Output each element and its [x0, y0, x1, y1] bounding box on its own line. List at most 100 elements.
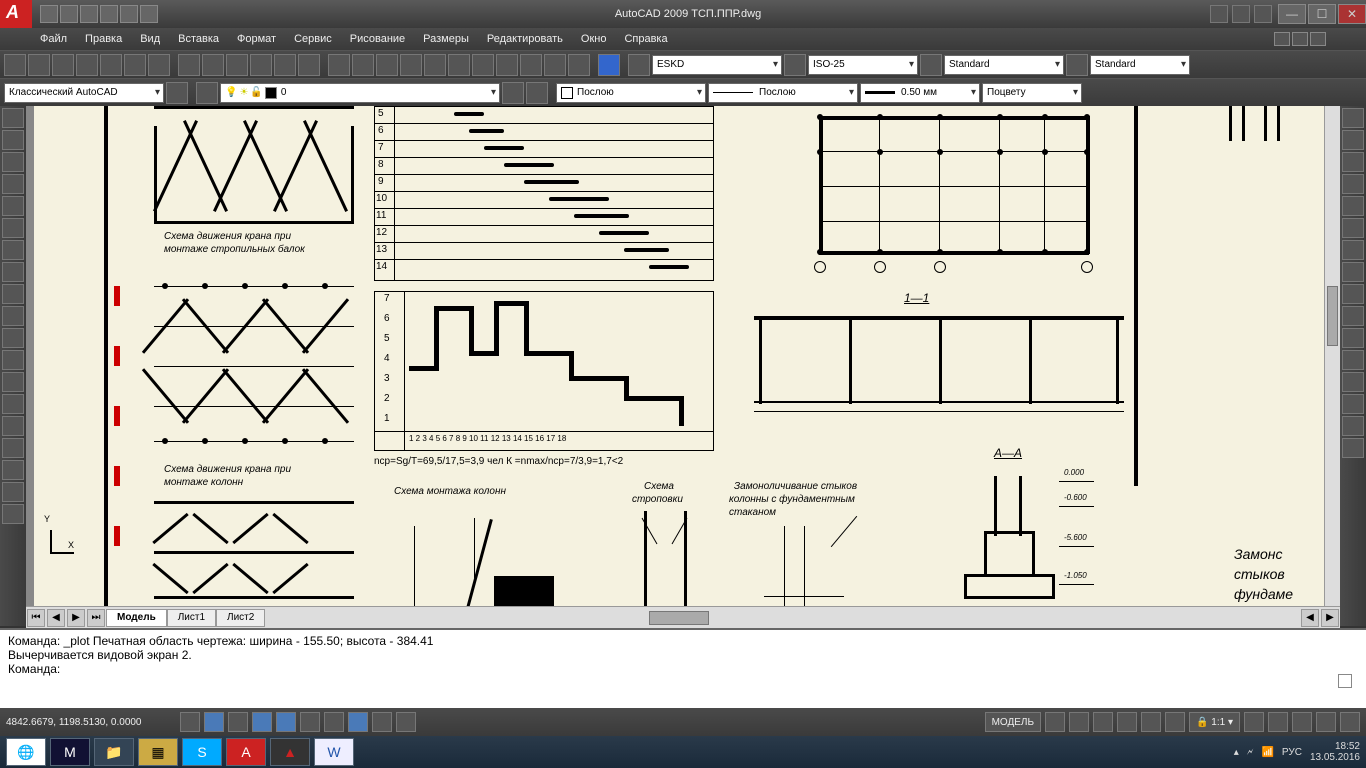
help-star-icon[interactable] — [1254, 5, 1272, 23]
layer-prev-icon[interactable] — [502, 82, 524, 104]
zoom-win-icon[interactable] — [376, 54, 398, 76]
block-make-icon[interactable] — [2, 372, 24, 392]
infocenter-icon[interactable] — [1232, 5, 1250, 23]
break-icon[interactable] — [1342, 350, 1364, 370]
model-paper-toggle[interactable]: МОДЕЛЬ — [985, 712, 1041, 732]
tab-layout-2[interactable]: Лист2 — [216, 609, 265, 627]
scale-icon[interactable] — [1342, 262, 1364, 282]
text-style-dropdown[interactable]: Standard — [944, 55, 1064, 75]
tab-layout-1[interactable]: Лист1 — [167, 609, 216, 627]
horizontal-scrollbar[interactable] — [269, 611, 1296, 625]
tab-last-button[interactable]: ⏭ — [87, 609, 105, 627]
menu-dims[interactable]: Размеры — [423, 33, 469, 45]
menu-window[interactable]: Окно — [581, 33, 607, 45]
copy2-icon[interactable] — [1342, 130, 1364, 150]
status-zoom-icon[interactable] — [1117, 712, 1137, 732]
cut-icon[interactable] — [148, 54, 170, 76]
mtext-icon[interactable] — [2, 504, 24, 524]
taskbar-word-icon[interactable]: W — [314, 738, 354, 766]
lwt-toggle-icon[interactable] — [372, 712, 392, 732]
arc-icon[interactable] — [2, 218, 24, 238]
tray-lang[interactable]: РУС — [1282, 747, 1302, 758]
props-icon[interactable] — [448, 54, 470, 76]
ducs-toggle-icon[interactable] — [324, 712, 344, 732]
osnap-toggle-icon[interactable] — [276, 712, 296, 732]
taskbar-autocad-icon[interactable]: A — [226, 738, 266, 766]
extend-icon[interactable] — [1342, 328, 1364, 348]
close-button[interactable]: ✕ — [1338, 4, 1366, 24]
workspace-dropdown[interactable]: Классический AutoCAD — [4, 83, 164, 103]
insert-icon[interactable] — [2, 350, 24, 370]
menu-view[interactable]: Вид — [140, 33, 160, 45]
hatch-icon[interactable] — [2, 416, 24, 436]
sheet-icon[interactable] — [520, 54, 542, 76]
qat-new-icon[interactable] — [40, 5, 58, 23]
stretch-icon[interactable] — [1342, 284, 1364, 304]
snap-toggle-icon[interactable] — [180, 712, 200, 732]
plotstyle-dropdown[interactable]: Поцвету — [982, 83, 1082, 103]
zoom-ext-icon[interactable] — [424, 54, 446, 76]
gradient-icon[interactable] — [2, 438, 24, 458]
hscroll-thumb[interactable] — [649, 611, 709, 625]
revcloud-icon[interactable] — [2, 262, 24, 282]
tray-overflow-icon[interactable]: ▴ — [1234, 747, 1239, 758]
tray-power-icon[interactable]: 🗲 — [1247, 747, 1254, 758]
search-icon[interactable] — [1210, 5, 1228, 23]
status-pan-icon[interactable] — [1093, 712, 1113, 732]
line-icon[interactable] — [2, 108, 24, 128]
taskbar-tc-icon[interactable]: ▦ — [138, 738, 178, 766]
polygon-icon[interactable] — [2, 174, 24, 194]
clean-screen-icon[interactable] — [1340, 712, 1360, 732]
chamfer-icon[interactable] — [1342, 394, 1364, 414]
array-icon[interactable] — [1342, 196, 1364, 216]
rect-icon[interactable] — [2, 196, 24, 216]
anno-autoscale-icon[interactable] — [1268, 712, 1288, 732]
redo-icon[interactable] — [298, 54, 320, 76]
rotate-icon[interactable] — [1342, 240, 1364, 260]
qat-open-icon[interactable] — [60, 5, 78, 23]
cmd-corner-grip[interactable] — [1338, 674, 1352, 688]
explode-icon[interactable] — [1342, 438, 1364, 458]
menu-modify[interactable]: Редактировать — [487, 33, 563, 45]
table-style-dropdown[interactable]: Standard — [1090, 55, 1190, 75]
ws-settings-icon[interactable] — [166, 82, 188, 104]
tab-model[interactable]: Модель — [106, 609, 167, 627]
open-icon[interactable] — [28, 54, 50, 76]
table-icon[interactable] — [2, 482, 24, 502]
pan-icon[interactable] — [328, 54, 350, 76]
publish-icon[interactable] — [124, 54, 146, 76]
calc-icon[interactable] — [568, 54, 590, 76]
qat-undo-icon[interactable] — [120, 5, 138, 23]
qat-redo-icon[interactable] — [140, 5, 158, 23]
menu-service[interactable]: Сервис — [294, 33, 332, 45]
layer-props-icon[interactable] — [196, 82, 218, 104]
status-coords[interactable]: 4842.6679, 1198.5130, 0.0000 — [6, 717, 176, 728]
color-dropdown[interactable]: Послою — [556, 83, 706, 103]
offset-icon[interactable] — [1342, 174, 1364, 194]
erase-icon[interactable] — [1342, 108, 1364, 128]
dyn-toggle-icon[interactable] — [348, 712, 368, 732]
pline-icon[interactable] — [2, 152, 24, 172]
menu-edit[interactable]: Правка — [85, 33, 122, 45]
help-icon[interactable] — [598, 54, 620, 76]
linetype-dropdown[interactable]: Послою — [708, 83, 858, 103]
qp-toggle-icon[interactable] — [396, 712, 416, 732]
qview-layouts-icon[interactable] — [1045, 712, 1065, 732]
lineweight-dropdown[interactable]: 0.50 мм — [860, 83, 980, 103]
tab-next-button[interactable]: ▶ — [67, 609, 85, 627]
dim-style-dropdown[interactable]: ISO-25 — [808, 55, 918, 75]
zoom-prev-icon[interactable] — [400, 54, 422, 76]
vertical-scrollbar[interactable] — [1324, 106, 1340, 606]
preview-icon[interactable] — [100, 54, 122, 76]
menu-insert[interactable]: Вставка — [178, 33, 219, 45]
taskbar-app-m-icon[interactable]: M — [50, 738, 90, 766]
qat-save-icon[interactable] — [80, 5, 98, 23]
text-style-icon[interactable] — [920, 54, 942, 76]
ortho-toggle-icon[interactable] — [228, 712, 248, 732]
taskbar-skype-icon[interactable]: S — [182, 738, 222, 766]
new-icon[interactable] — [4, 54, 26, 76]
taskbar-adobe-icon[interactable]: ▲ — [270, 738, 310, 766]
dim-style-icon[interactable] — [784, 54, 806, 76]
std-style-icon[interactable] — [628, 54, 650, 76]
block-icon[interactable] — [250, 54, 272, 76]
